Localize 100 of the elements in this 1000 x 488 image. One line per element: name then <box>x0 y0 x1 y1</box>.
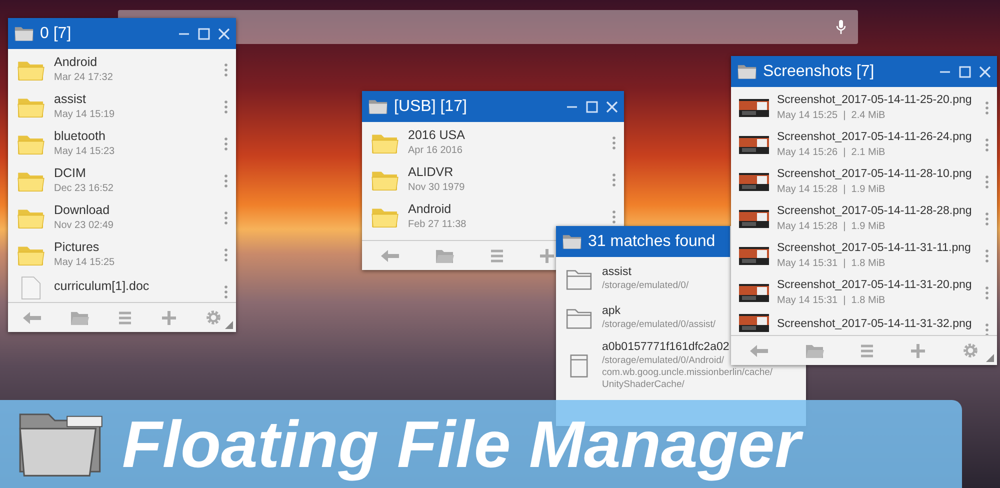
more-options-icon[interactable] <box>985 174 989 188</box>
close-icon[interactable] <box>979 66 991 78</box>
file-row[interactable]: bluetooth May 14 15:23 <box>8 125 236 162</box>
back-arrow-icon[interactable] <box>748 344 769 358</box>
maximize-icon[interactable] <box>198 28 210 40</box>
more-options-icon[interactable] <box>224 62 228 76</box>
file-row[interactable]: Download Nov 23 02:49 <box>8 199 236 236</box>
folder-icon[interactable] <box>434 248 454 264</box>
maximize-icon[interactable] <box>586 100 598 112</box>
file-row[interactable]: Screenshot_2017-05-14-11-26-24.png May 14 15:26 | 2.1 MiB <box>731 126 997 163</box>
item-name: Android <box>408 202 452 217</box>
menu-icon[interactable] <box>860 344 874 358</box>
item-details: Dec 23 16:52 <box>54 183 114 195</box>
file-row[interactable]: Screenshot_2017-05-14-11-31-20.png May 14 15:31 | 1.8 MiB <box>731 274 997 311</box>
back-arrow-icon[interactable] <box>380 248 400 262</box>
folder-icon <box>566 306 592 328</box>
folder-icon <box>562 233 582 250</box>
plus-icon[interactable] <box>910 342 926 358</box>
more-options-icon[interactable] <box>985 212 989 226</box>
menu-icon[interactable] <box>490 248 504 262</box>
more-options-icon[interactable] <box>612 210 616 224</box>
folder-icon <box>14 25 34 42</box>
more-options-icon[interactable] <box>612 136 616 150</box>
more-options-icon[interactable] <box>224 210 228 224</box>
folder-icon[interactable] <box>804 342 825 358</box>
more-options-icon[interactable] <box>224 174 228 188</box>
more-options-icon[interactable] <box>612 172 616 186</box>
item-name: Android <box>54 55 98 70</box>
item-name: Screenshot_2017-05-14-11-31-11.png <box>777 241 971 256</box>
thumbnail-image <box>739 98 769 116</box>
file-icon <box>21 276 41 300</box>
window-title-bar[interactable]: 0 [7] <box>8 18 236 49</box>
thumbnail-image <box>739 136 769 154</box>
item-name: bluetooth <box>54 129 106 144</box>
more-options-icon[interactable] <box>985 248 989 262</box>
file-row[interactable]: assist /storage/emulated/0/ <box>556 259 730 298</box>
folder-icon[interactable] <box>70 310 90 326</box>
back-arrow-icon[interactable] <box>22 310 42 324</box>
more-options-icon[interactable] <box>985 100 989 114</box>
item-details: Mar 24 17:32 <box>54 72 113 84</box>
file-row[interactable]: Android Mar 24 17:32 <box>8 51 236 88</box>
item-name: Screenshot_2017-05-14-11-26-24.png <box>777 130 972 145</box>
item-details: Feb 27 11:38 <box>408 219 466 231</box>
item-details: May 14 15:26 | 2.1 MiB <box>777 147 886 159</box>
folder-icon <box>737 63 757 80</box>
plus-icon[interactable] <box>160 310 177 326</box>
thumbnail-image <box>739 246 769 264</box>
item-name: Download <box>54 203 110 218</box>
more-options-icon[interactable] <box>224 136 228 150</box>
file-row[interactable]: Pictures May 14 15:25 <box>8 236 236 273</box>
window-title-bar[interactable]: Screenshots [7] <box>731 56 997 87</box>
folder-icon <box>368 98 388 115</box>
thumbnail-image <box>739 284 769 302</box>
maximize-icon[interactable] <box>959 66 971 78</box>
item-name: Screenshot_2017-05-14-11-28-28.png <box>777 204 972 219</box>
more-options-icon[interactable] <box>985 322 989 335</box>
file-row[interactable]: 2016 USA Apr 16 2016 <box>362 124 624 161</box>
item-details: May 14 15:31 | 1.8 MiB <box>777 295 886 307</box>
file-row[interactable]: ALIDVR Nov 30 1979 <box>362 161 624 198</box>
close-icon[interactable] <box>218 28 230 40</box>
menu-icon[interactable] <box>118 310 132 324</box>
item-details: Nov 30 1979 <box>408 182 465 194</box>
window-title-bar[interactable]: 31 matches found <box>556 226 730 257</box>
item-name: Screenshot_2017-05-14-11-28-10.png <box>777 167 972 182</box>
item-details: May 14 15:28 | 1.9 MiB <box>777 221 886 233</box>
item-name: assist <box>54 92 86 107</box>
item-details: May 14 15:25 | 2.4 MiB <box>777 110 886 122</box>
close-icon[interactable] <box>606 100 618 112</box>
settings-icon[interactable] <box>962 342 980 359</box>
item-details: May 14 15:31 | 1.8 MiB <box>777 258 886 270</box>
more-options-icon[interactable] <box>224 248 228 262</box>
file-path: /storage/emulated/0/Android/ <box>602 355 724 367</box>
more-options-icon[interactable] <box>985 286 989 300</box>
file-row[interactable]: DCIM Dec 23 16:52 <box>8 162 236 199</box>
resize-handle-icon[interactable] <box>986 354 994 362</box>
file-row[interactable]: Screenshot_2017-05-14-11-28-10.png May 14 15:28 | 1.9 MiB <box>731 163 997 200</box>
file-row[interactable]: Screenshot_2017-05-14-11-25-20.png May 14 15:25 | 2.4 MiB <box>731 89 997 126</box>
resize-handle-icon[interactable] <box>225 321 233 329</box>
item-details: May 14 15:28 | 1.9 MiB <box>777 184 886 196</box>
item-details: Nov 23 02:49 <box>54 220 114 232</box>
plus-icon[interactable] <box>538 248 554 264</box>
more-options-icon[interactable] <box>224 284 228 298</box>
file-row[interactable]: apk /storage/emulated/0/assist/ <box>556 298 730 337</box>
file-row[interactable]: Screenshot_2017-05-14-11-31-11.png May 14 15:31 | 1.8 MiB <box>731 237 997 274</box>
settings-icon[interactable] <box>204 309 222 326</box>
microphone-icon[interactable] <box>836 19 846 35</box>
item-name: a0b0157771f161dfc2a02 <box>602 340 730 355</box>
item-name: assist <box>602 265 632 280</box>
file-row[interactable]: assist May 14 15:19 <box>8 88 236 125</box>
file-icon <box>570 354 588 378</box>
item-name: curriculum[1].doc <box>54 279 150 294</box>
window-title-bar[interactable]: [USB] [17] <box>362 91 624 122</box>
file-path: UnityShaderCache/ <box>602 379 684 391</box>
window-title: [USB] [17] <box>394 96 467 116</box>
file-row[interactable]: curriculum[1].doc <box>8 273 236 302</box>
file-path: com.wb.goog.uncle.missionberlin/cache/ <box>602 367 773 379</box>
file-row[interactable]: Screenshot_2017-05-14-11-28-28.png May 14 15:28 | 1.9 MiB <box>731 200 997 237</box>
more-options-icon[interactable] <box>224 100 228 114</box>
more-options-icon[interactable] <box>985 138 989 152</box>
item-name: 2016 USA <box>408 128 465 143</box>
